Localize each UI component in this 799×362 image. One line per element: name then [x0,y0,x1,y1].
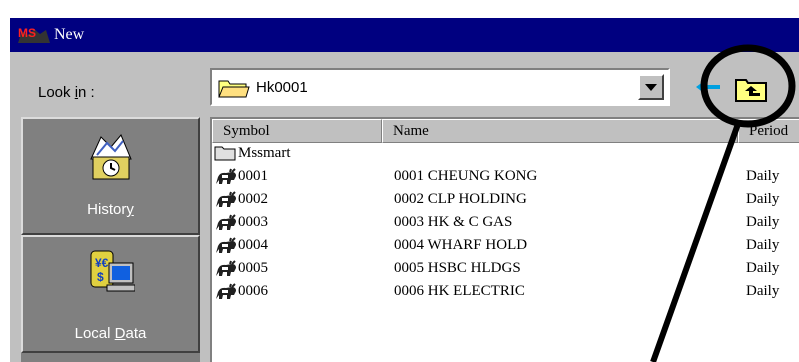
chevron-down-icon [645,84,657,91]
back-arrow-icon [696,81,720,93]
name-cell: 0001 CHEUNG KONG [394,168,538,184]
place-history-label-accel: y [126,201,134,218]
column-header-symbol[interactable]: Symbol [212,119,382,143]
ms-logo-text: MS [18,26,36,40]
open-folder-icon [218,78,250,103]
new-dialog: MS New Look in : Hk0001 History ¥€ $ Loc… [10,18,799,362]
table-row[interactable]: 0003 0003 HK & C GAS Daily [212,212,799,235]
place-local-data-label-post: ata [125,325,147,342]
look-in-label-pre: Look [38,84,75,101]
dropdown-button[interactable] [638,74,664,100]
period-cell: Daily [746,260,780,276]
period-cell: Daily [746,237,780,253]
table-row[interactable]: 0001 0001 CHEUNG KONG Daily [212,166,799,189]
ms-logo-icon: MS [16,25,52,45]
places-bar: History ¥€ $ Local Data [21,117,200,362]
name-cell: 0005 HSBC HLDGS [394,260,521,276]
folder-icon [214,145,236,166]
symbol-cell: 0001 [238,168,268,184]
symbol-cell: 0002 [238,191,268,207]
symbol-cell: 0004 [238,237,268,253]
back-button[interactable] [696,80,722,99]
period-cell: Daily [746,283,780,299]
title-bar: MS New [10,18,799,52]
up-folder-icon [735,79,767,102]
bull-icon [214,283,238,306]
name-cell: 0004 WHARF HOLD [394,237,528,253]
symbol-cell: 0005 [238,260,268,276]
bull-icon [214,191,238,214]
place-local-data-label-pre: Local [74,325,115,342]
symbol-cell: 0006 [238,283,268,299]
place-history[interactable]: History [21,117,200,235]
place-local-data[interactable]: ¥€ $ Local Data [21,235,200,353]
name-cell: 0003 HK & C GAS [394,214,513,230]
place-local-data-label-accel: D [114,325,126,342]
bull-icon [214,260,238,283]
svg-text:¥€: ¥€ [95,256,109,270]
name-cell: 0002 CLP HOLDING [394,191,527,207]
window-title: New [54,26,85,43]
symbol-cell: 0003 [238,214,268,230]
table-row[interactable]: 0002 0002 CLP HOLDING Daily [212,189,799,212]
place-history-label-pre: Histor [87,201,127,218]
bull-icon [214,214,238,237]
bull-icon [214,237,238,260]
bull-icon [214,168,238,191]
symbol-cell: Mssmart [238,145,291,161]
table-row[interactable]: Mssmart [212,143,799,166]
look-in-label: Look in : [38,84,95,101]
name-cell: 0006 HK ELECTRIC [394,283,525,299]
look-in-select[interactable]: Hk0001 [210,68,670,106]
look-in-value: Hk0001 [256,79,308,96]
table-row[interactable]: 0006 0006 HK ELECTRIC Daily [212,281,799,304]
up-one-level-button[interactable] [732,74,772,104]
table-row[interactable]: 0005 0005 HSBC HLDGS Daily [212,258,799,281]
local-data-icon: ¥€ $ [87,247,135,304]
column-header-period[interactable]: Period [738,119,799,143]
history-icon [87,129,135,186]
file-list: Symbol Name Period Mssmart 0001 0001 CHEUN… [210,117,799,362]
table-row[interactable]: 0004 0004 WHARF HOLD Daily [212,235,799,258]
column-header-name[interactable]: Name [382,119,738,143]
period-cell: Daily [746,214,780,230]
place-local-data-label: Local Data [23,325,198,342]
period-cell: Daily [746,168,780,184]
svg-text:$: $ [97,270,104,284]
period-cell: Daily [746,191,780,207]
place-history-label: History [23,201,198,218]
look-in-label-post: n : [78,84,95,101]
